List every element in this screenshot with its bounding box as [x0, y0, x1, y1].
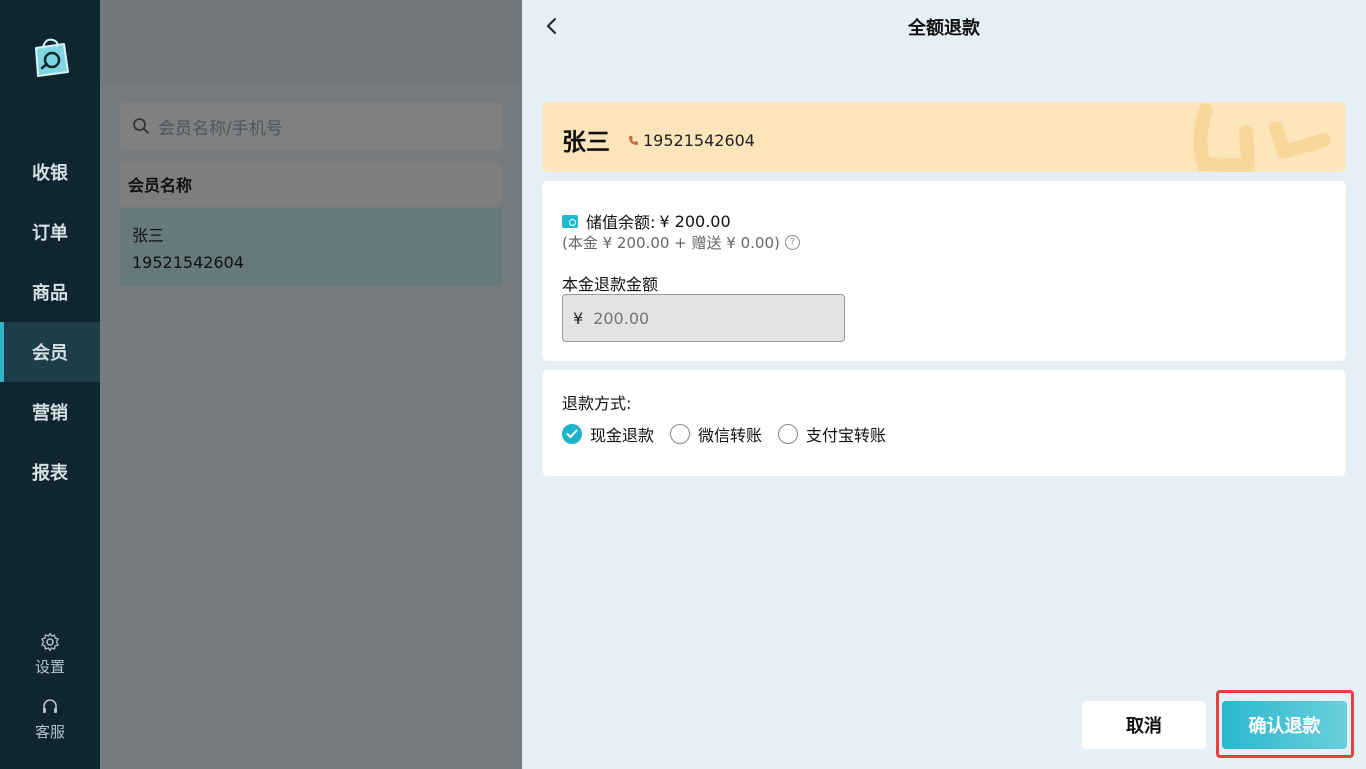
nav-label: 会员	[32, 343, 68, 364]
radio-cash-refund[interactable]: 现金退款	[562, 422, 654, 446]
checkmark-icon	[562, 424, 582, 444]
support-button[interactable]: 客服	[0, 697, 100, 742]
member-phone-text: 19521542604	[643, 131, 755, 150]
wallet-icon	[562, 214, 578, 228]
refund-amount-label: 本金退款金额	[562, 275, 659, 294]
nav-label: 订单	[32, 223, 68, 244]
confirm-refund-button[interactable]: 确认退款	[1222, 701, 1347, 749]
refund-method-card: 退款方式: 现金退款 微信转账 支付宝转账	[542, 370, 1346, 476]
currency-symbol: ¥	[573, 308, 584, 328]
nav-label: 报表	[32, 463, 68, 484]
nav-label: 商品	[32, 283, 68, 304]
radio-label: 支付宝转账	[806, 426, 887, 445]
radio-label: 微信转账	[698, 426, 763, 445]
member-phone: 19521542604	[628, 131, 755, 150]
member-name: 张三	[562, 128, 610, 156]
balance-breakdown: (本金 ¥ 200.00 + 赠送 ¥ 0.00) ?	[562, 232, 800, 253]
nav-item-orders[interactable]: 订单	[0, 202, 100, 262]
refund-method-options: 现金退款 微信转账 支付宝转账	[562, 422, 902, 446]
support-label: 客服	[34, 723, 65, 741]
nav-item-marketing[interactable]: 营销	[0, 382, 100, 442]
refund-panel: 全额退款 张三 19521542604 储值余额: ¥ 200.00 (本金 ¥…	[522, 0, 1366, 769]
balance-label: 储值余额:	[586, 213, 656, 232]
balance-card: 储值余额: ¥ 200.00 (本金 ¥ 200.00 + 赠送 ¥ 0.00)…	[542, 181, 1346, 361]
refund-method-label: 退款方式:	[562, 394, 632, 413]
nav-item-products[interactable]: 商品	[0, 262, 100, 322]
nav-item-reports[interactable]: 报表	[0, 442, 100, 502]
radio-circle-icon	[778, 424, 799, 444]
radio-alipay-transfer[interactable]: 支付宝转账	[778, 422, 886, 446]
refund-amount-field[interactable]: ¥	[562, 294, 845, 342]
nav-item-cashier[interactable]: 收银	[0, 142, 100, 202]
radio-wechat-transfer[interactable]: 微信转账	[670, 422, 762, 446]
shopping-bag-logo-icon	[28, 36, 72, 80]
settings-button[interactable]: 设置	[0, 632, 100, 677]
sidebar: 收银 订单 商品 会员 营销 报表 设置 客服	[0, 0, 100, 769]
balance-value: ¥ 200.00	[659, 211, 731, 231]
nav-label: 收银	[32, 163, 68, 184]
cancel-button[interactable]: 取消	[1082, 701, 1206, 749]
headset-icon	[43, 699, 57, 713]
member-info-card: 张三 19521542604	[542, 102, 1346, 172]
nav-item-members[interactable]: 会员	[0, 322, 100, 382]
page-title: 全额退款	[908, 18, 980, 39]
modal-overlay[interactable]	[100, 0, 522, 769]
nav-label: 营销	[32, 403, 68, 424]
balance-line: 储值余额: ¥ 200.00	[562, 209, 731, 233]
radio-circle-icon	[670, 424, 691, 444]
card-decoration-icon	[1193, 103, 1331, 172]
refund-amount-input[interactable]	[593, 308, 794, 328]
question-mark-icon[interactable]: ?	[784, 235, 800, 250]
balance-breakdown-text: (本金 ¥ 200.00 + 赠送 ¥ 0.00)	[562, 234, 780, 252]
settings-label: 设置	[34, 658, 65, 676]
radio-label: 现金退款	[590, 426, 655, 445]
phone-icon	[629, 136, 638, 145]
gear-icon	[41, 632, 59, 652]
